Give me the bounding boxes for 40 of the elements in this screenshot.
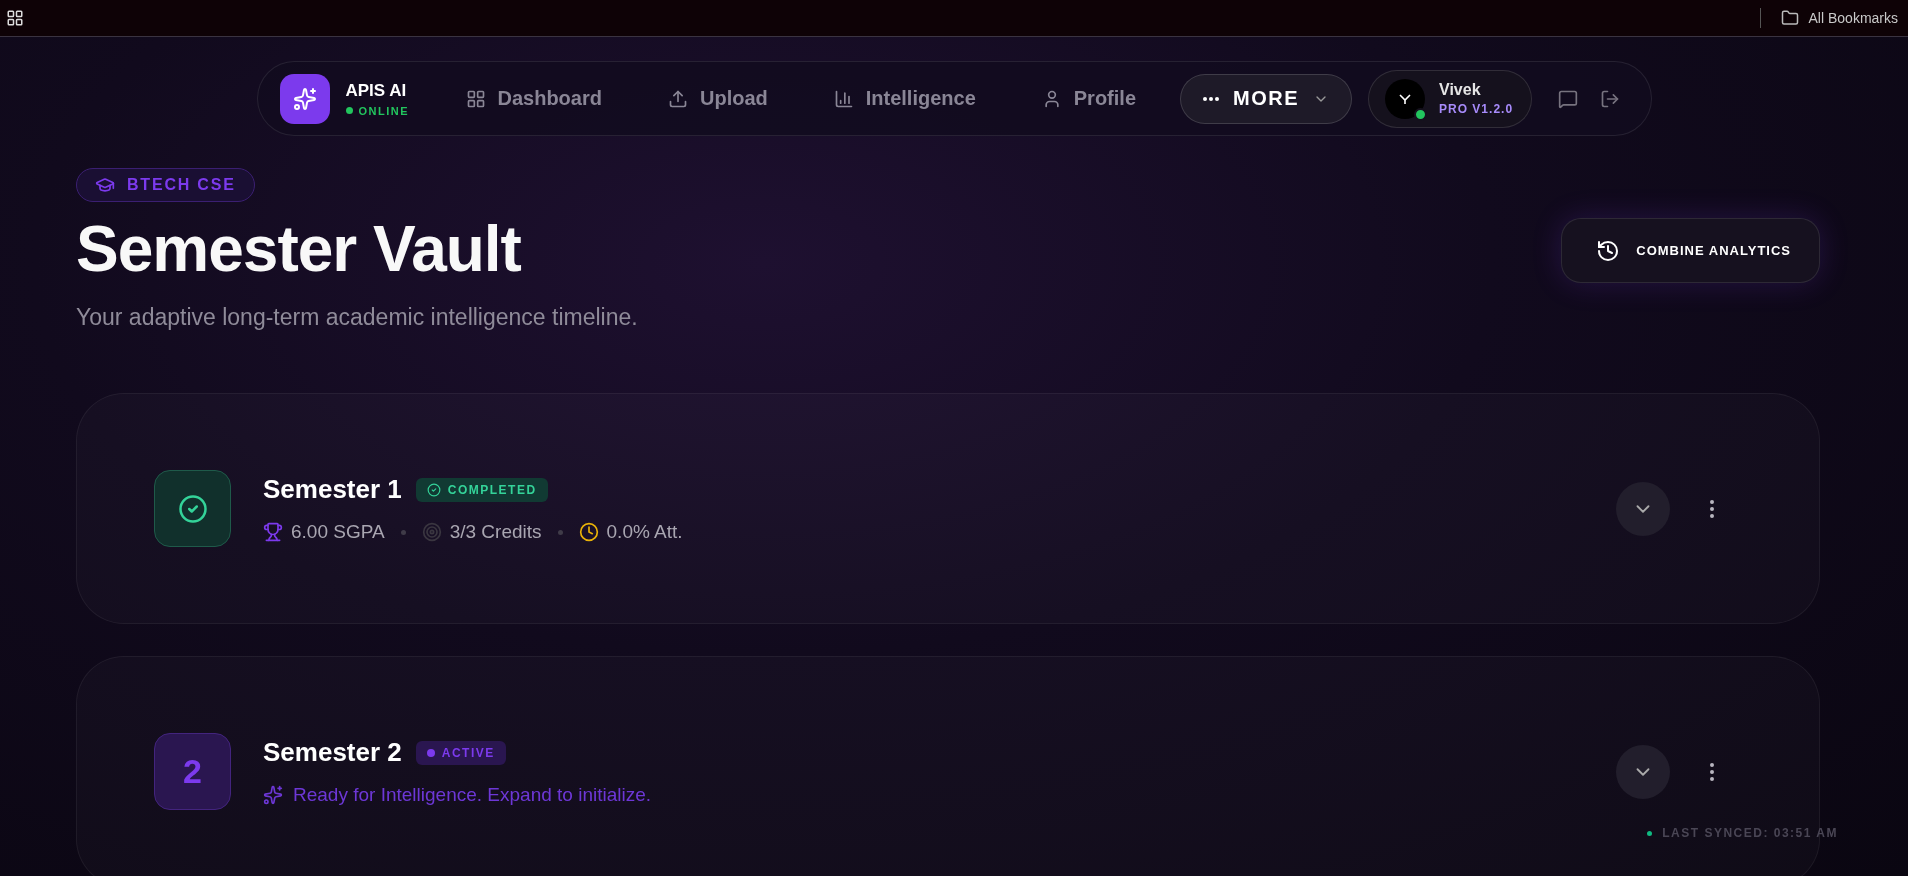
- sparkles-icon: [263, 785, 283, 805]
- program-badge: BTECH CSE: [76, 168, 255, 202]
- nav-link[interactable]: Upload: [667, 87, 768, 110]
- stat-text: 3/3 Credits: [421, 521, 542, 543]
- folder-icon: [1780, 9, 1799, 27]
- semester-message: Ready for Intelligence. Expand to initialize.: [293, 784, 652, 806]
- target-icon: [421, 522, 442, 542]
- brand-name: APIS AI: [345, 80, 408, 101]
- page-title: Semester Vault: [76, 212, 522, 286]
- nav-link[interactable]: Profile: [1041, 87, 1137, 110]
- page-subtitle: Your adaptive long-term academic intelligence timeline.: [76, 304, 638, 331]
- nav-link[interactable]: Intelligence: [833, 87, 976, 110]
- semester-number: 2: [154, 733, 231, 810]
- status-badge: ACTIVE: [415, 740, 506, 765]
- history-icon: [1596, 238, 1621, 263]
- status-badge: COMPLETED: [415, 477, 548, 502]
- trophy-icon: [263, 522, 283, 542]
- user-profile-pill[interactable]: Vivek PRO V1.2.0: [1368, 69, 1533, 128]
- more-button[interactable]: MORE: [1180, 73, 1353, 124]
- nav-link[interactable]: Dashboard: [465, 87, 602, 110]
- sparkles-icon: [279, 73, 330, 124]
- online-status: ONLINE: [358, 104, 410, 117]
- plan-label: PRO V1.2.0: [1439, 102, 1514, 116]
- stat-text: 6.00 SGPA: [263, 521, 385, 543]
- ellipsis-icon: [1203, 96, 1220, 101]
- all-bookmarks-link[interactable]: All Bookmarks: [1808, 10, 1898, 26]
- bar-chart-icon: [833, 88, 854, 109]
- combine-analytics-button[interactable]: COMBINE ANALYTICS: [1561, 218, 1820, 283]
- stat-text: 0.0% Att.: [578, 521, 683, 543]
- clock-icon: [578, 522, 599, 542]
- semester-title: Semester 2: [263, 737, 402, 768]
- status-dot-icon: [426, 748, 435, 757]
- check-circle-icon: [426, 482, 441, 497]
- avatar-logo-icon: [1385, 78, 1426, 119]
- semester-title: Semester 1: [263, 474, 402, 505]
- apps-grid-icon[interactable]: [6, 9, 24, 27]
- upload-icon: [667, 88, 688, 109]
- last-synced-text: LAST SYNCED: 03:51 AM: [1662, 826, 1838, 840]
- user-name: Vivek: [1439, 81, 1482, 99]
- grid-icon: [465, 88, 486, 109]
